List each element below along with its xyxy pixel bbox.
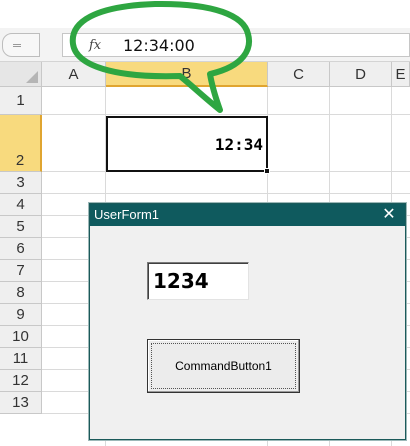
formula-bar: fx 12:34:00 [0,28,410,62]
command-button[interactable]: CommandButton1 [147,339,300,393]
name-box[interactable] [2,33,40,57]
userform-dialog: UserForm1 ✕ 1234 CommandButton1 [89,203,406,440]
userform-textbox[interactable]: 1234 [147,262,249,300]
row-header-9[interactable]: 9 [0,304,42,326]
userform-titlebar[interactable]: UserForm1 ✕ [90,204,405,226]
row-header-3[interactable]: 3 [0,172,42,194]
row-header-4[interactable]: 4 [0,194,42,216]
column-header-d[interactable]: D [330,62,392,87]
column-header-e[interactable]: E [392,62,410,87]
row-header-11[interactable]: 11 [0,348,42,370]
fill-handle[interactable] [264,168,270,174]
column-header-a[interactable]: A [42,62,106,87]
gridline [42,114,410,115]
row-header-5[interactable]: 5 [0,216,42,238]
column-header-c[interactable]: C [268,62,330,87]
row-header-13[interactable]: 13 [0,392,42,414]
row-header-7[interactable]: 7 [0,260,42,282]
userform-title: UserForm1 [94,207,160,222]
row-header-2[interactable]: 2 [0,115,42,172]
formula-input[interactable]: fx 12:34:00 [62,33,410,57]
formula-text: 12:34:00 [123,36,195,55]
select-all-corner[interactable] [0,62,42,87]
row-header-8[interactable]: 8 [0,282,42,304]
column-header-b[interactable]: B [106,62,268,87]
close-icon[interactable]: ✕ [377,205,401,225]
row-header-10[interactable]: 10 [0,326,42,348]
gridline [42,193,410,194]
row-header-1[interactable]: 1 [0,87,42,115]
row-header-12[interactable]: 12 [0,370,42,392]
row-header-6[interactable]: 6 [0,238,42,260]
resize-grip-icon[interactable] [13,44,21,47]
active-cell-b2[interactable]: 12:34 [106,116,268,172]
insert-function-icon[interactable]: fx [89,38,101,53]
